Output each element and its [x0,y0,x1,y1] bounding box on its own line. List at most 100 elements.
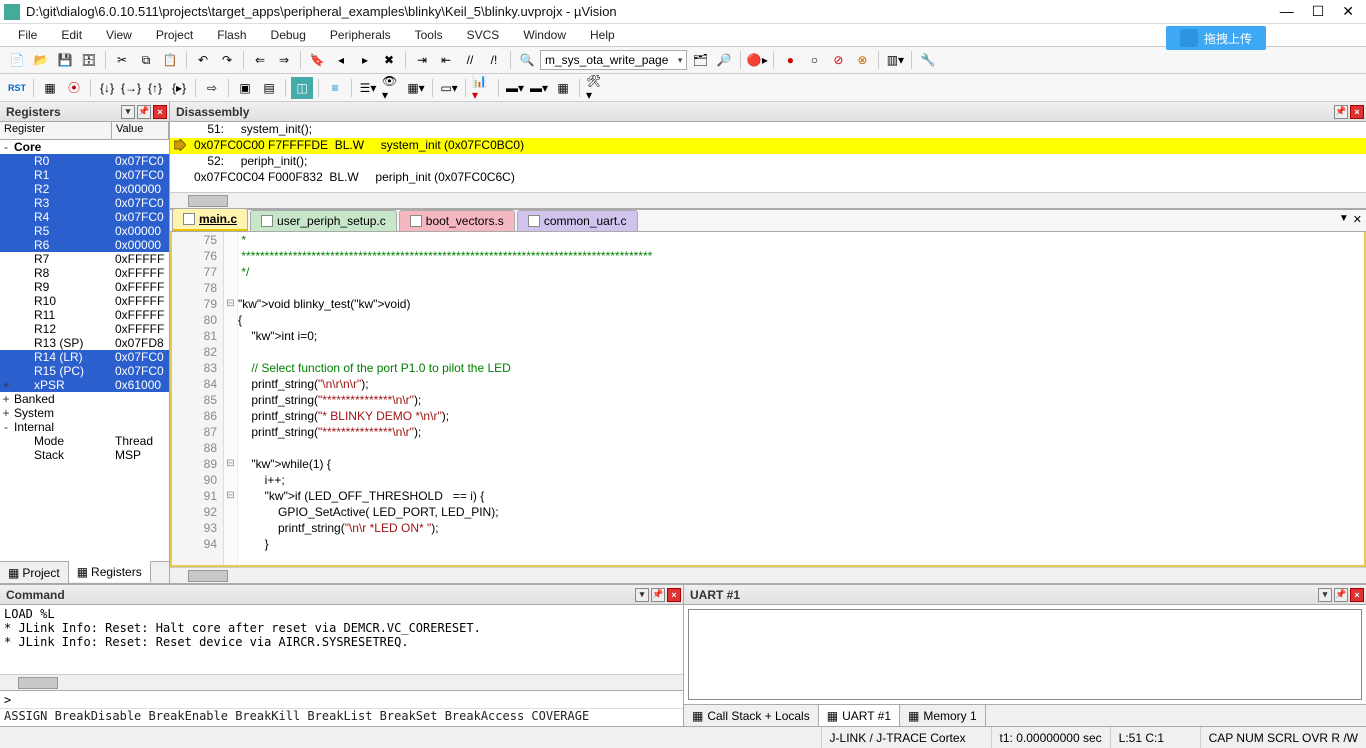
panel-pin-button[interactable]: 📌 [137,105,151,119]
cut-button[interactable]: ✂ [111,49,133,71]
register-row[interactable]: +Banked [0,392,169,406]
register-row[interactable]: +xPSR0x61000 [0,378,169,392]
serial-button[interactable]: ▭▾ [438,77,460,99]
comment-button[interactable]: // [459,49,481,71]
panel-pin-button[interactable]: 📌 [651,588,665,602]
show-next-button[interactable]: ⇨ [201,77,223,99]
col-value[interactable]: Value [112,122,169,139]
menu-debug[interactable]: Debug [261,26,316,44]
code-line[interactable]: "kw">while(1) { [238,456,1364,472]
bookmark-next-button[interactable]: ▸ [354,49,376,71]
uncomment-button[interactable]: /! [483,49,505,71]
undo-button[interactable]: ↶ [192,49,214,71]
code-line[interactable]: } [238,536,1364,552]
register-row[interactable]: R40x07FC0 [0,210,169,224]
code-line[interactable]: */ [238,264,1364,280]
register-row[interactable]: +System [0,406,169,420]
register-row[interactable]: R00x07FC0 [0,154,169,168]
breakpoint-insert-button[interactable]: ● [779,49,801,71]
code-line[interactable]: GPIO_SetActive( LED_PORT, LED_PIN); [238,504,1364,520]
menu-tools[interactable]: Tools [405,26,453,44]
left-tab-project[interactable]: ▦Project [0,562,69,583]
trace-button-2[interactable]: ▬▾ [528,77,550,99]
editor-scrollbar[interactable] [170,567,1366,583]
registers-list[interactable]: -CoreR00x07FC0R10x07FC0R20x00000R30x07FC… [0,140,169,561]
code-line[interactable]: ****************************************… [238,248,1364,264]
register-row[interactable]: R60x00000 [0,238,169,252]
menu-view[interactable]: View [96,26,142,44]
run-button[interactable]: ▦ [39,77,61,99]
register-row[interactable]: R120xFFFFF [0,322,169,336]
step-out-button[interactable]: {↑} [144,77,166,99]
find-button[interactable]: 🔍 [516,49,538,71]
register-row[interactable]: -Internal [0,420,169,434]
code-line[interactable] [238,280,1364,296]
step-over-button[interactable]: {→} [120,77,142,99]
trace-button-1[interactable]: ▬▾ [504,77,526,99]
menu-project[interactable]: Project [146,26,203,44]
disasm-line[interactable]: 0x07FC0C04 F000F832 BL.W periph_init (0x… [170,170,1366,186]
incremental-find-button[interactable]: 🔎 [713,49,735,71]
open-file-button[interactable]: 📂 [30,49,52,71]
menu-svcs[interactable]: SVCS [457,26,510,44]
upload-button[interactable]: 拖拽上传 [1166,26,1266,50]
panel-close-button[interactable]: × [667,588,681,602]
run-to-cursor-button[interactable]: {▸} [168,77,190,99]
editor-tab[interactable]: user_periph_setup.c [250,210,397,231]
register-row[interactable]: R100xFFFFF [0,294,169,308]
uart-output[interactable] [688,609,1362,700]
register-row[interactable]: R13 (SP)0x07FD8 [0,336,169,350]
code-area[interactable]: * **************************************… [238,232,1364,565]
code-line[interactable]: // Select function of the port P1.0 to p… [238,360,1364,376]
analysis-button[interactable]: 📊▾ [471,77,493,99]
register-row[interactable]: R30x07FC0 [0,196,169,210]
register-row[interactable]: R70xFFFFF [0,252,169,266]
panel-close-button[interactable]: × [1350,588,1364,602]
callstack-button[interactable]: ☰▾ [357,77,379,99]
code-line[interactable]: "kw">void blinky_test("kw">void) [238,296,1364,312]
code-line[interactable]: printf_string("***************\n\r"); [238,424,1364,440]
close-button[interactable]: ✕ [1342,3,1354,20]
register-row[interactable]: -Core [0,140,169,154]
fold-gutter[interactable]: ⊟⊟⊟ [224,232,238,565]
disasm-window-button[interactable]: ▤ [258,77,280,99]
code-line[interactable]: "kw">if (LED_OFF_THRESHOLD == i) { [238,488,1364,504]
menu-peripherals[interactable]: Peripherals [320,26,401,44]
editor-body[interactable]: 7576777879808182838485868788899091929394… [170,232,1366,567]
register-row[interactable]: R90xFFFFF [0,280,169,294]
code-line[interactable]: printf_string("\n\r *LED ON* "); [238,520,1364,536]
minimize-button[interactable]: — [1280,3,1294,20]
register-row[interactable]: R20x00000 [0,182,169,196]
panel-menu-button[interactable]: ▾ [635,588,649,602]
step-in-button[interactable]: {↓} [96,77,118,99]
register-row[interactable]: R10x07FC0 [0,168,169,182]
bookmark-prev-button[interactable]: ◂ [330,49,352,71]
editor-tab[interactable]: main.c [172,208,248,231]
bottom-tab[interactable]: ▦Call Stack + Locals [684,705,819,726]
window-layout-button[interactable]: ▥▾ [884,49,906,71]
bookmark-clear-button[interactable]: ✖ [378,49,400,71]
menu-flash[interactable]: Flash [207,26,256,44]
stop-button[interactable]: ⦿ [63,77,85,99]
menu-edit[interactable]: Edit [51,26,92,44]
find-in-files-button[interactable]: 🗂 [689,49,711,71]
register-row[interactable]: R50x00000 [0,224,169,238]
tab-menu-button[interactable]: ▼ [1339,213,1349,226]
left-tab-registers[interactable]: ▦Registers [69,561,151,582]
menu-help[interactable]: Help [580,26,625,44]
memory-button[interactable]: ▦▾ [405,77,427,99]
register-row[interactable]: R110xFFFFF [0,308,169,322]
disassembly-body[interactable]: 51: system_init();0x07FC0C00 F7FFFFDE BL… [170,122,1366,192]
breakpoint-disable-button[interactable]: ○ [803,49,825,71]
maximize-button[interactable]: ☐ [1312,3,1325,20]
breakpoint-killall-button[interactable]: ⊗ [851,49,873,71]
find-combo[interactable]: m_sys_ota_write_page [540,50,687,70]
nav-back-button[interactable]: ⇐ [249,49,271,71]
register-row[interactable]: R14 (LR)0x07FC0 [0,350,169,364]
new-file-button[interactable]: 📄 [6,49,28,71]
menu-window[interactable]: Window [513,26,576,44]
code-line[interactable]: printf_string("* BLINKY DEMO *\n\r"); [238,408,1364,424]
code-line[interactable]: printf_string("\n\r\n\r"); [238,376,1364,392]
watch-button[interactable]: 👁▾ [381,77,403,99]
code-line[interactable]: i++; [238,472,1364,488]
